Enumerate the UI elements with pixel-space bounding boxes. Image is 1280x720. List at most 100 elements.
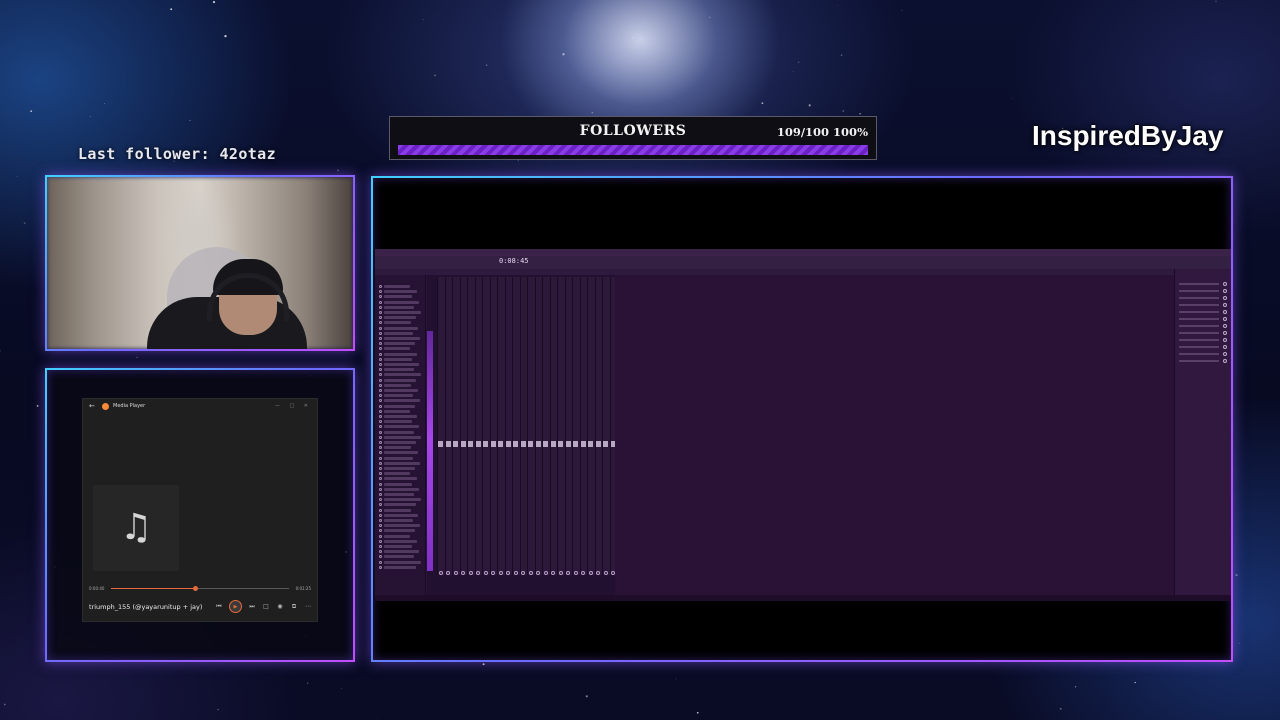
channel-setting-knob[interactable] (1223, 345, 1227, 349)
mixer-fader[interactable] (468, 441, 473, 447)
window-controls[interactable]: — □ ✕ (275, 403, 312, 409)
seek-bar[interactable] (111, 586, 289, 591)
browser-item[interactable] (384, 394, 413, 398)
channel-setting-knob[interactable] (1223, 324, 1227, 328)
browser-item[interactable] (384, 534, 410, 538)
daw-browser-panel[interactable] (375, 275, 426, 601)
browser-item[interactable] (384, 368, 414, 372)
seek-bar-thumb[interactable] (192, 586, 198, 591)
mixer-fader[interactable] (565, 441, 571, 447)
browser-item[interactable] (384, 472, 410, 476)
mixer-fader[interactable] (588, 441, 593, 447)
channel-setting-knob[interactable] (1223, 331, 1227, 335)
mixer-pan-knob[interactable] (536, 571, 540, 575)
browser-item[interactable] (384, 295, 412, 299)
browser-item[interactable] (384, 482, 412, 486)
channel-setting-knob[interactable] (1223, 338, 1227, 342)
mixer-fader[interactable] (513, 441, 518, 447)
mixer-fader[interactable] (475, 441, 481, 447)
mixer-pan-knob[interactable] (573, 571, 578, 575)
mixer-fader[interactable] (490, 441, 496, 447)
channel-setting-row[interactable] (1179, 353, 1219, 355)
browser-item[interactable] (384, 326, 418, 330)
more-icon[interactable]: ⋯ (304, 603, 312, 610)
browser-item[interactable] (384, 519, 413, 522)
mixer-fader[interactable] (573, 441, 578, 447)
mixer-fader[interactable] (460, 441, 466, 447)
mixer-fader[interactable] (603, 441, 608, 447)
mixer-pan-knob[interactable] (483, 571, 488, 575)
mixer-pan-knob[interactable] (588, 571, 593, 575)
browser-item[interactable] (384, 565, 416, 569)
mixer-pan-knob[interactable] (453, 571, 458, 575)
browser-item[interactable] (384, 555, 414, 559)
mixer-pan-knob[interactable] (438, 571, 443, 575)
repeat-icon[interactable]: □ (262, 603, 270, 610)
browser-item[interactable] (384, 316, 416, 320)
mixer-pan-knob[interactable] (566, 571, 570, 575)
daw-mixer-panel[interactable] (427, 275, 615, 595)
mixer-fader[interactable] (453, 441, 458, 447)
browser-item[interactable] (384, 337, 420, 340)
mixer-pan-knob[interactable] (581, 571, 585, 575)
browser-item[interactable] (384, 524, 420, 528)
browser-item[interactable] (384, 503, 416, 507)
mixer-pan-knob[interactable] (543, 571, 548, 575)
browser-item[interactable] (384, 451, 418, 455)
browser-item[interactable] (384, 352, 417, 356)
browser-item[interactable] (384, 331, 413, 335)
browser-item[interactable] (384, 498, 421, 502)
channel-setting-knob[interactable] (1223, 352, 1227, 356)
browser-item[interactable] (384, 399, 420, 403)
channel-setting-row[interactable] (1179, 318, 1219, 320)
mixer-fader[interactable] (580, 441, 586, 447)
mixer-fader[interactable] (595, 441, 601, 447)
channel-setting-row[interactable] (1179, 290, 1219, 292)
mixer-pan-knob[interactable] (558, 571, 563, 575)
back-icon[interactable]: ← (89, 402, 99, 410)
view-icon[interactable]: ◉ (276, 603, 284, 610)
browser-item[interactable] (384, 461, 420, 465)
next-icon[interactable]: ⏭ (248, 603, 256, 611)
mixer-fader[interactable] (550, 441, 556, 447)
browser-item[interactable] (384, 446, 411, 450)
browser-item[interactable] (384, 409, 410, 413)
browser-item[interactable] (384, 539, 417, 543)
channel-setting-row[interactable] (1179, 311, 1219, 313)
browser-item[interactable] (384, 430, 414, 434)
browser-item[interactable] (384, 285, 410, 288)
mixer-fader[interactable] (543, 441, 548, 447)
channel-setting-knob[interactable] (1223, 310, 1227, 314)
channel-setting-row[interactable] (1179, 360, 1219, 362)
browser-item[interactable] (384, 456, 413, 460)
channel-setting-row[interactable] (1179, 297, 1219, 299)
miniplayer-icon[interactable]: ⧉ (290, 603, 298, 611)
previous-icon[interactable]: ⏮ (215, 603, 223, 611)
browser-item[interactable] (384, 435, 421, 439)
browser-item[interactable] (384, 420, 412, 424)
browser-item[interactable] (384, 383, 411, 387)
channel-setting-row[interactable] (1179, 339, 1219, 341)
browser-item[interactable] (384, 357, 412, 361)
daw-channel-settings-panel[interactable] (1174, 269, 1231, 601)
mixer-fader[interactable] (535, 441, 541, 447)
browser-item[interactable] (384, 493, 414, 496)
mixer-fader[interactable] (528, 441, 533, 447)
channel-setting-knob[interactable] (1223, 296, 1227, 300)
channel-setting-knob[interactable] (1223, 282, 1227, 286)
mixer-pan-knob[interactable] (603, 571, 608, 575)
browser-item[interactable] (384, 545, 412, 548)
browser-item[interactable] (384, 311, 421, 314)
mixer-pan-knob[interactable] (461, 571, 465, 575)
browser-item[interactable] (384, 373, 421, 377)
browser-item[interactable] (384, 425, 419, 429)
mixer-fader[interactable] (498, 441, 503, 447)
mixer-fader[interactable] (505, 441, 511, 447)
browser-item[interactable] (384, 389, 418, 392)
mixer-fader[interactable] (520, 441, 526, 447)
browser-item[interactable] (384, 487, 419, 491)
browser-item[interactable] (384, 467, 415, 470)
browser-item[interactable] (384, 415, 417, 418)
mixer-pan-knob[interactable] (528, 571, 533, 575)
mixer-pan-knob[interactable] (491, 571, 495, 575)
